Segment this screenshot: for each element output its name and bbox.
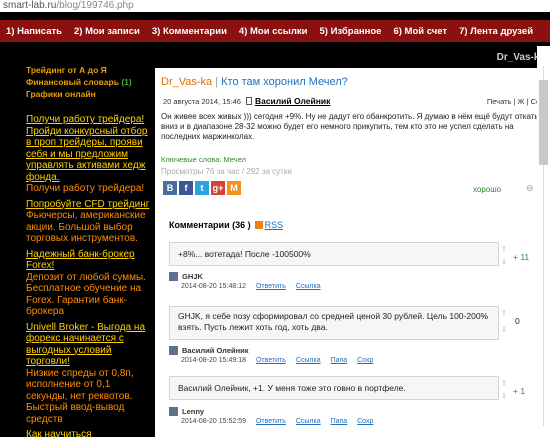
nav-item-my-posts[interactable]: 2) Мои записи bbox=[68, 26, 146, 37]
rss-link[interactable]: RSS bbox=[265, 220, 284, 230]
address-bar[interactable]: smart-lab.ru/blog/199746.php bbox=[0, 0, 550, 12]
comment-3-author: Lenny bbox=[169, 407, 204, 416]
comment-1-author: GHJK bbox=[169, 272, 203, 281]
comment-2-author: Василий Олейник bbox=[169, 346, 249, 355]
post-title-link[interactable]: Кто там хоронил Мечел? bbox=[221, 76, 348, 88]
comment-2-meta: 2014-08-20 15:49:18 Ответить Ссылка Папа… bbox=[181, 357, 373, 364]
comment-2-name[interactable]: Василий Олейник bbox=[182, 346, 249, 355]
ad-1-link[interactable]: Получи работу трейдера! Пройди конкурсны… bbox=[26, 114, 147, 183]
post-author-link[interactable]: Dr_Vas-ka bbox=[161, 76, 212, 88]
nav-item-friends-feed[interactable]: 7) Лента друзей bbox=[453, 26, 539, 37]
rating-good[interactable]: хорошо bbox=[473, 185, 501, 194]
comment-1-reply[interactable]: Ответить bbox=[256, 283, 286, 290]
ad-3: Надежный банк-брокер Forex! Депозит от лю… bbox=[26, 249, 154, 318]
mail-icon[interactable]: М bbox=[227, 181, 241, 195]
nav-bar: 1) Написать 2) Мои записи 3) Комментарии… bbox=[0, 20, 550, 42]
comment-3-score: + 1 bbox=[513, 386, 526, 396]
comment-3-save[interactable]: Сохр bbox=[357, 418, 373, 425]
comment-1-meta: 2014-08-20 15:48:12 Ответить Ссылка bbox=[181, 283, 321, 290]
comment-3-vote-down-icon[interactable]: ⇩ bbox=[501, 392, 507, 400]
address-host: smart-lab.ru bbox=[3, 0, 57, 11]
sidebar-ads: Получи работу трейдера! Пройди конкурсны… bbox=[26, 114, 154, 437]
sidebar-link-dictionary[interactable]: Финансовый словарь (1) bbox=[26, 76, 150, 88]
user-bar: Dr_Vas-ka bbox=[155, 46, 550, 68]
ad-2: Попробуйте CFD трейдинг Фьючерсы, америка… bbox=[26, 199, 154, 245]
ad-5: Как научиться bbox=[26, 429, 154, 437]
ad-1-text: Получи работу трейдера! bbox=[26, 183, 145, 194]
comment-3-vote-up-icon[interactable]: ⇧ bbox=[501, 379, 507, 387]
comment-1-vote-up-icon[interactable]: ⇧ bbox=[501, 245, 507, 253]
sidebar-link-charts[interactable]: Графики онлайн bbox=[26, 88, 150, 100]
comment-2-parent[interactable]: Папа bbox=[331, 357, 348, 364]
main-content: Dr_Vas-ka Dr_Vas-ka | Кто там хоронил Ме… bbox=[155, 46, 550, 437]
rating-minus-icon[interactable]: ⊖ bbox=[526, 183, 534, 194]
address-path: /blog/199746.php bbox=[56, 0, 134, 11]
post-title: Dr_Vas-ka | Кто там хоронил Мечел? bbox=[161, 76, 348, 88]
post-body: Он живее всех живых ))) сегодня +9%. Ну … bbox=[161, 112, 541, 141]
comment-2-box: GHJK, я себе позу сформировал со средней… bbox=[169, 306, 499, 340]
ad-5-link[interactable]: Как научиться bbox=[26, 429, 92, 437]
twitter-icon[interactable]: t bbox=[195, 181, 209, 195]
ad-2-text: Фьючерсы, американские акции. Большой вы… bbox=[26, 210, 146, 244]
comment-3-text: Василий Олейник, +1. У меня тоже это гов… bbox=[178, 383, 406, 393]
comment-3-name[interactable]: Lenny bbox=[182, 407, 204, 416]
nav-item-my-account[interactable]: 6) Мой счет bbox=[387, 26, 453, 37]
scrollbar[interactable] bbox=[537, 46, 550, 437]
comment-1-box: +8%... вотетада! После -100500% bbox=[169, 242, 499, 266]
nav-item-write[interactable]: 1) Написать bbox=[0, 26, 68, 37]
comments-count: Комментарии (36 ) bbox=[169, 220, 251, 230]
comment-3-link[interactable]: Ссылка bbox=[296, 418, 321, 425]
comment-3-date: 2014-08-20 15:52:59 bbox=[181, 418, 246, 425]
comment-2-link[interactable]: Ссылка bbox=[296, 357, 321, 364]
comment-1-name[interactable]: GHJK bbox=[182, 272, 203, 281]
comment-2-vote-up-icon[interactable]: ⇧ bbox=[501, 309, 507, 317]
facebook-icon[interactable]: f bbox=[179, 181, 193, 195]
avatar[interactable] bbox=[169, 272, 178, 281]
comment-3-reply[interactable]: Ответить bbox=[256, 418, 286, 425]
google-plus-icon[interactable]: g+ bbox=[211, 181, 225, 195]
comment-1-date: 2014-08-20 15:48:12 bbox=[181, 283, 246, 290]
top-nav: 1) Написать 2) Мои записи 3) Комментарии… bbox=[0, 12, 550, 46]
comment-2-date: 2014-08-20 15:49:18 bbox=[181, 357, 246, 364]
post-name[interactable]: Василий Олейник bbox=[255, 96, 330, 106]
post-meta: 20 августа 2014, 15:46 Василий Олейник П… bbox=[163, 96, 548, 106]
rss-icon[interactable] bbox=[254, 221, 263, 229]
scrollbar-thumb[interactable] bbox=[539, 80, 548, 165]
comment-2-save[interactable]: Сохр bbox=[357, 357, 373, 364]
ad-4-text: Низкие спреды от 0,8п, исполнение от 0,1… bbox=[26, 367, 134, 425]
comment-2-score: 0 bbox=[515, 316, 520, 326]
post-date: 20 августа 2014, 15:46 bbox=[163, 96, 241, 106]
comment-3-box: Василий Олейник, +1. У меня тоже это гов… bbox=[169, 376, 499, 400]
comments-header: Комментарии (36 ) RSS bbox=[169, 220, 283, 230]
user-icon bbox=[245, 97, 252, 105]
avatar[interactable] bbox=[169, 407, 178, 416]
comment-2-vote-down-icon[interactable]: ⇩ bbox=[501, 326, 507, 334]
post-tags[interactable]: Ключевые слова: Мечел bbox=[161, 155, 246, 164]
ad-4-link[interactable]: Univell Broker - Выгода на форекс начина… bbox=[26, 322, 145, 368]
comment-2-reply[interactable]: Ответить bbox=[256, 357, 286, 364]
sidebar-links: Трейдинг от А до Я Финансовый словарь (1… bbox=[0, 46, 150, 100]
avatar[interactable] bbox=[169, 346, 178, 355]
ad-1: Получи работу трейдера! Пройди конкурсны… bbox=[26, 114, 154, 195]
comment-1-text: +8%... вотетада! После -100500% bbox=[178, 249, 311, 259]
comment-1-link[interactable]: Ссылка bbox=[296, 283, 321, 290]
sidebar: Трейдинг от А до Я Финансовый словарь (1… bbox=[0, 46, 150, 437]
sidebar-link-trading[interactable]: Трейдинг от А до Я bbox=[26, 64, 150, 76]
nav-item-favorites[interactable]: 5) Избранное bbox=[314, 26, 388, 37]
comment-2-text: GHJK, я себе позу сформировал со средней… bbox=[178, 311, 489, 332]
share-buttons: В f t g+ М bbox=[163, 181, 241, 195]
comment-1-vote-down-icon[interactable]: ⇩ bbox=[501, 258, 507, 266]
ad-3-link[interactable]: Надежный банк-брокер Forex! bbox=[26, 249, 135, 272]
title-separator: | bbox=[215, 76, 219, 88]
comment-1-score: + 11 bbox=[513, 252, 530, 262]
comment-3-parent[interactable]: Папа bbox=[331, 418, 348, 425]
ad-3-text: Депозит от любой суммы. Бесплатное обуче… bbox=[26, 271, 147, 318]
ad-4: Univell Broker - Выгода на форекс начина… bbox=[26, 322, 154, 426]
vk-icon[interactable]: В bbox=[163, 181, 177, 195]
nav-item-comments[interactable]: 3) Комментарии bbox=[146, 26, 233, 37]
comment-3-meta: 2014-08-20 15:52:59 Ответить Ссылка Папа… bbox=[181, 418, 373, 425]
nav-item-my-links[interactable]: 4) Мои ссылки bbox=[233, 26, 314, 37]
post-views: Просмотры 76 за час / 292 за сутки bbox=[161, 167, 292, 176]
ad-2-link[interactable]: Попробуйте CFD трейдинг bbox=[26, 199, 149, 210]
